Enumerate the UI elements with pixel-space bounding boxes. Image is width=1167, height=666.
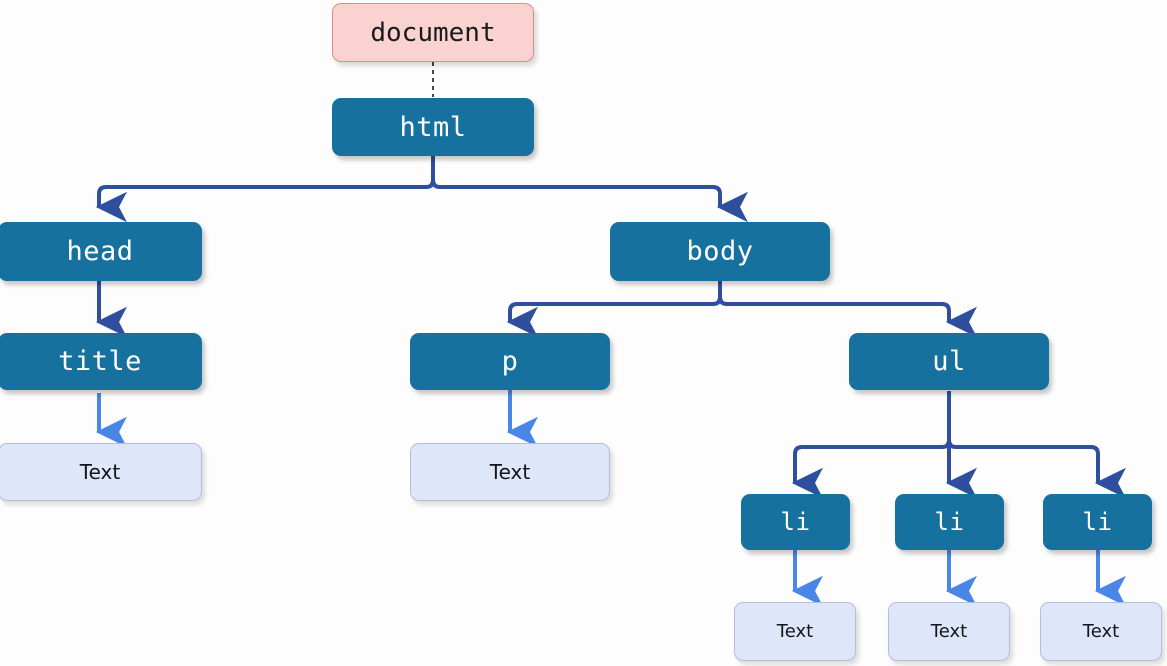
- node-li-3[interactable]: li: [1043, 494, 1152, 550]
- node-text-title[interactable]: Text: [0, 443, 202, 501]
- node-ul-label: ul: [932, 346, 966, 377]
- node-text-li-3-label: Text: [1082, 621, 1120, 642]
- node-li-1[interactable]: li: [741, 494, 850, 550]
- node-document-label: document: [370, 17, 496, 48]
- node-text-li-2[interactable]: Text: [888, 602, 1010, 661]
- node-title[interactable]: title: [0, 333, 202, 390]
- node-ul[interactable]: ul: [849, 333, 1049, 390]
- edge-ul-li-3: [947, 391, 1127, 499]
- node-title-label: title: [58, 346, 142, 377]
- node-head[interactable]: head: [0, 222, 202, 281]
- node-text-li-3[interactable]: Text: [1040, 602, 1162, 661]
- node-li-2[interactable]: li: [895, 494, 1004, 550]
- node-text-title-label: Text: [79, 460, 121, 484]
- edge-body-p: [506, 281, 722, 338]
- node-text-li-2-label: Text: [930, 621, 968, 642]
- edge-html-head: [95, 156, 435, 223]
- node-body[interactable]: body: [610, 222, 830, 281]
- edge-body-ul: [718, 281, 978, 338]
- node-li-2-label: li: [934, 508, 965, 536]
- node-html[interactable]: html: [332, 98, 534, 156]
- node-text-p[interactable]: Text: [410, 443, 610, 501]
- edge-ul-li-1: [791, 391, 951, 499]
- node-text-li-1[interactable]: Text: [734, 602, 856, 661]
- edge-html-body: [431, 156, 749, 223]
- node-text-li-1-label: Text: [776, 621, 814, 642]
- node-p-label: p: [501, 346, 519, 377]
- node-li-3-label: li: [1082, 508, 1113, 536]
- node-li-1-label: li: [780, 508, 811, 536]
- node-body-label: body: [686, 236, 754, 267]
- node-p[interactable]: p: [410, 333, 610, 390]
- node-document[interactable]: document: [332, 3, 534, 62]
- node-head-label: head: [66, 236, 134, 267]
- node-html-label: html: [399, 111, 467, 143]
- node-text-p-label: Text: [489, 460, 531, 484]
- dom-tree-diagram: document html head body title p ul Text …: [0, 0, 1167, 666]
